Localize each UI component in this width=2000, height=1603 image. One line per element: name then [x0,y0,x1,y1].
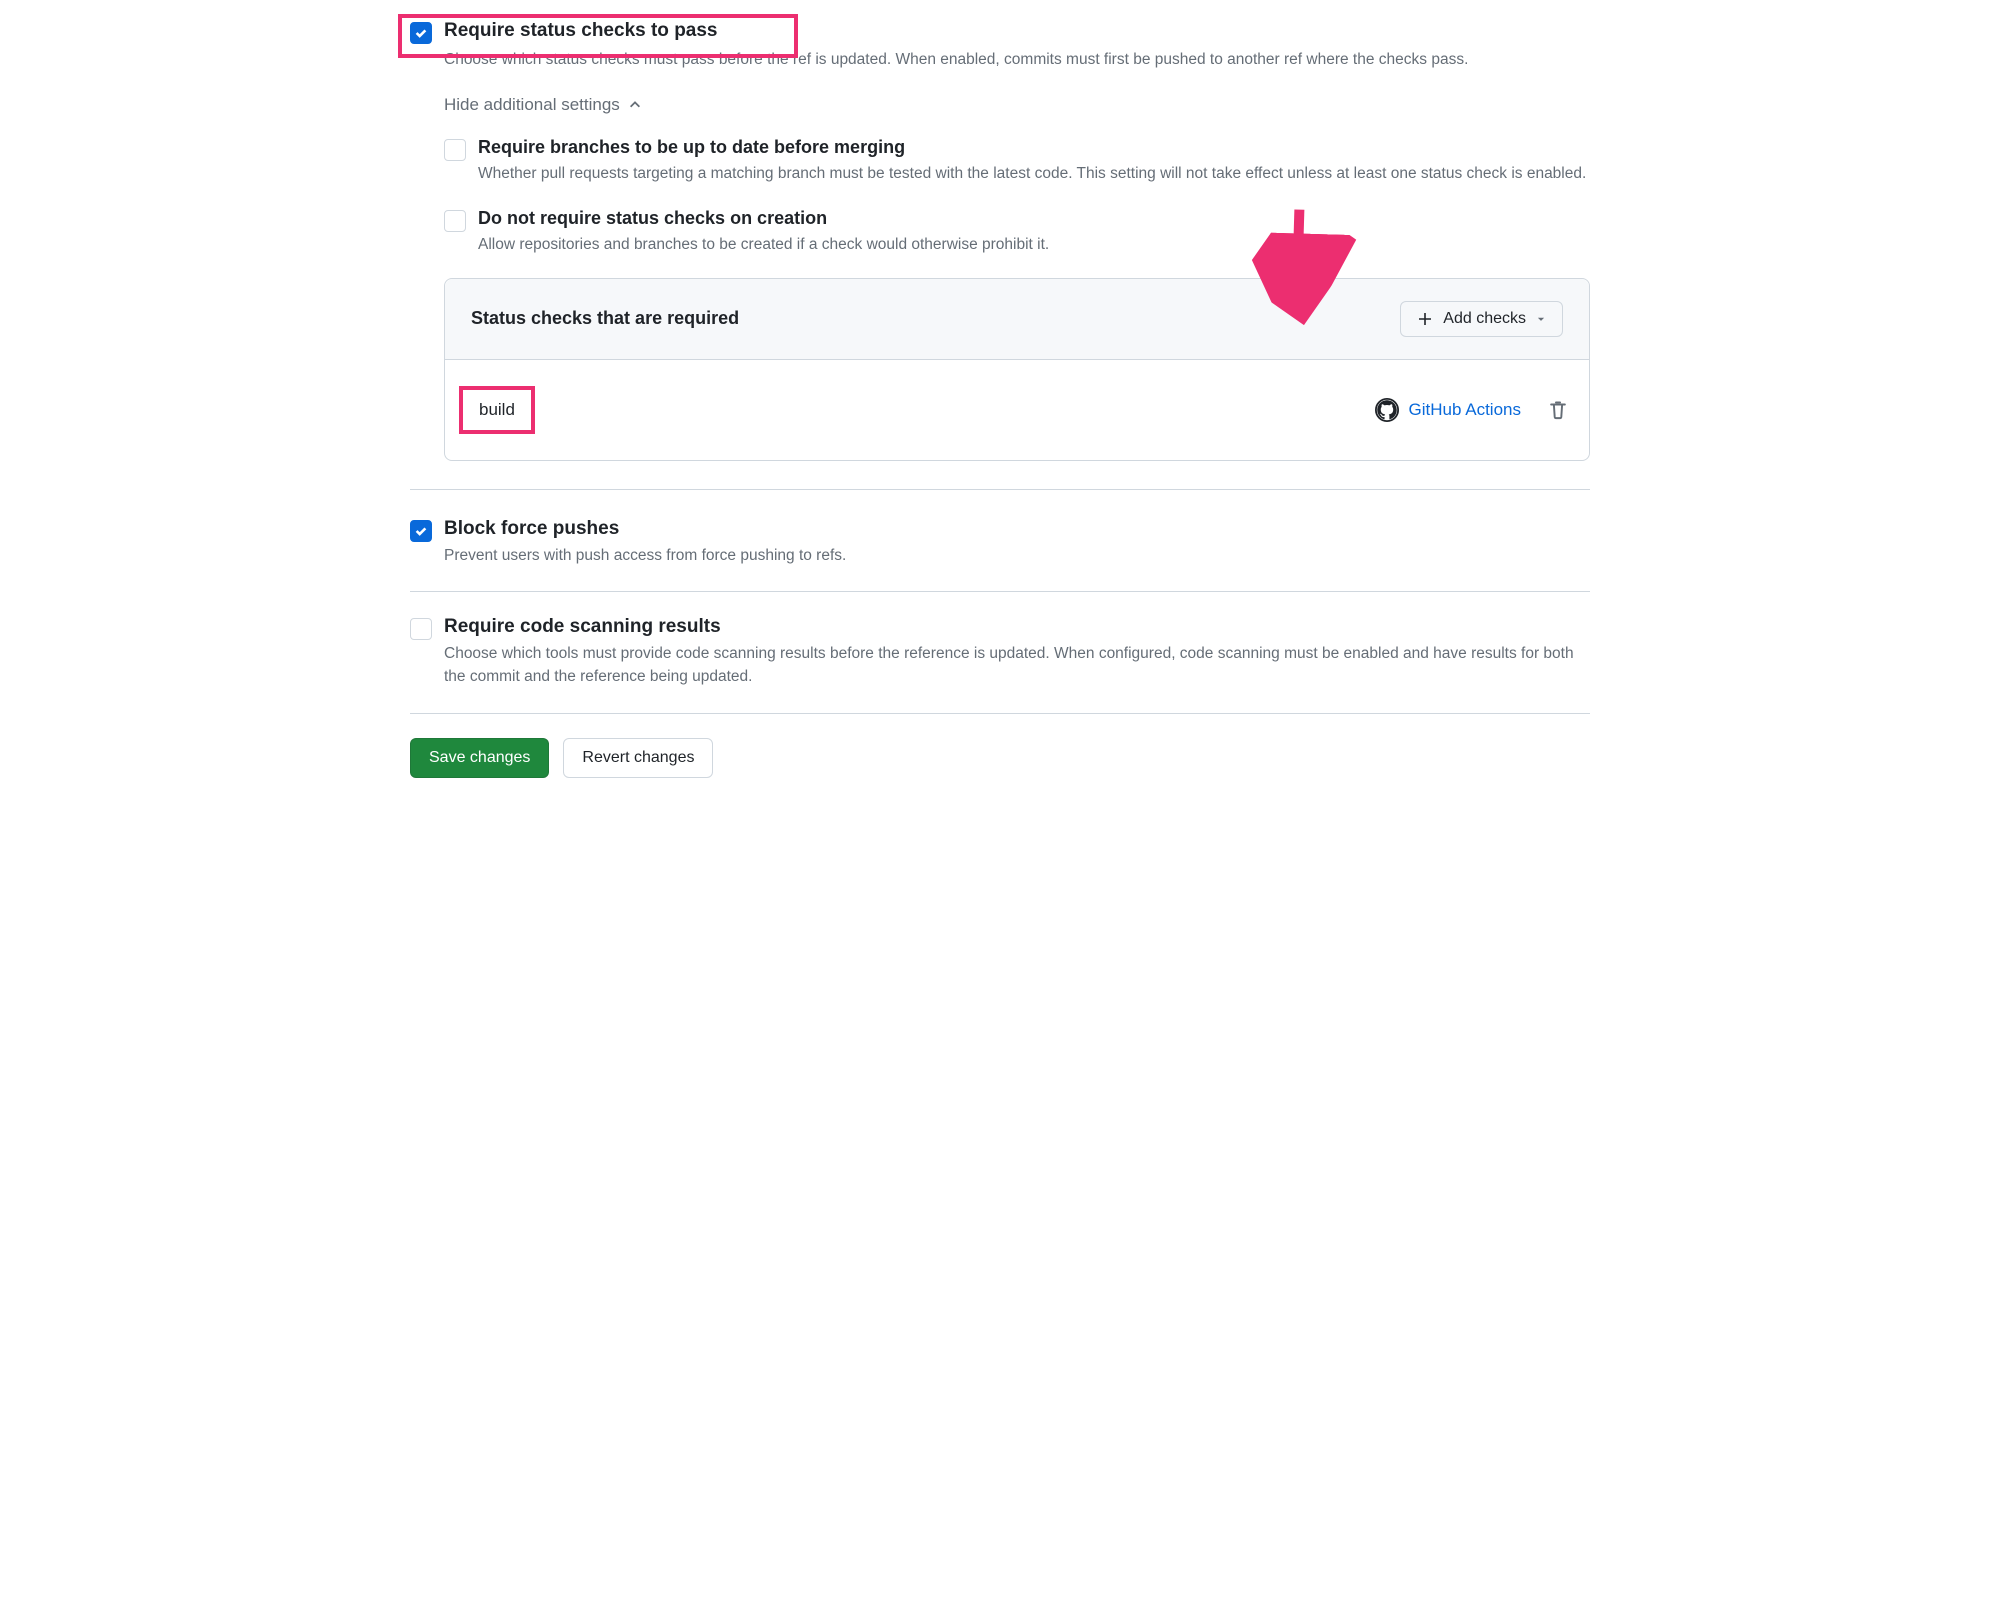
check-icon [414,524,428,538]
revert-changes-button[interactable]: Revert changes [563,738,713,778]
trash-icon[interactable] [1547,399,1569,421]
caret-down-icon [1536,314,1546,324]
require-status-checks-checkbox[interactable] [410,22,432,44]
no-check-on-creation-title: Do not require status checks on creation [478,208,1049,229]
status-checks-header: Status checks that are required [471,308,739,329]
require-code-scanning-checkbox[interactable] [410,618,432,640]
require-up-to-date-desc: Whether pull requests targeting a matchi… [478,162,1586,185]
divider [410,591,1590,592]
block-force-pushes-checkbox[interactable] [410,520,432,542]
status-check-name: build [459,386,535,434]
divider [410,713,1590,714]
no-check-on-creation-checkbox[interactable] [444,210,466,232]
check-icon [414,26,428,40]
status-check-row: build GitHub Actions [445,360,1589,460]
require-status-checks-title: Require status checks to pass [444,20,718,42]
plus-icon [1417,311,1433,327]
status-check-source-label: GitHub Actions [1409,400,1521,420]
block-force-pushes-title: Block force pushes [444,518,846,540]
divider [410,489,1590,490]
require-up-to-date-title: Require branches to be up to date before… [478,137,1586,158]
require-up-to-date-checkbox[interactable] [444,139,466,161]
toggle-label: Hide additional settings [444,95,620,115]
github-mark-icon [1375,398,1399,422]
add-checks-button[interactable]: Add checks [1400,301,1563,337]
add-checks-label: Add checks [1443,310,1526,328]
require-code-scanning-title: Require code scanning results [444,616,1590,638]
require-code-scanning-desc: Choose which tools must provide code sca… [444,642,1590,689]
hide-additional-settings-toggle[interactable]: Hide additional settings [444,95,642,115]
chevron-up-icon [628,98,642,112]
status-check-source[interactable]: GitHub Actions [1375,398,1521,422]
require-status-checks-desc: Choose which status checks must pass bef… [444,48,1590,71]
no-check-on-creation-desc: Allow repositories and branches to be cr… [478,233,1049,256]
save-changes-button[interactable]: Save changes [410,738,549,778]
block-force-pushes-desc: Prevent users with push access from forc… [444,544,846,567]
